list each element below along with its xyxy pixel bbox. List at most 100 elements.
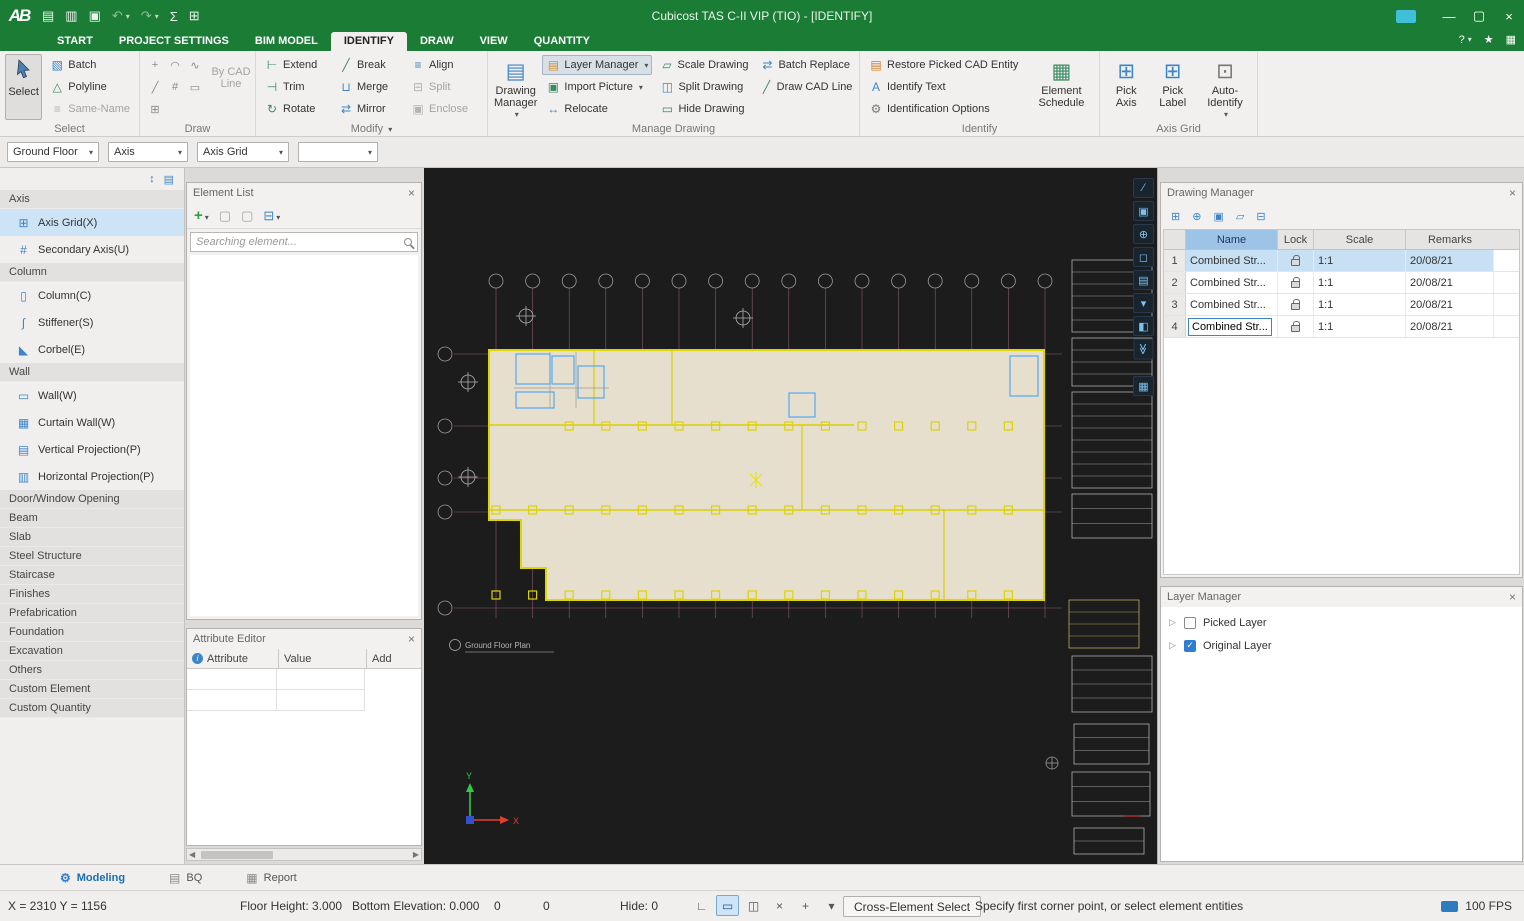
close-icon[interactable]: × xyxy=(408,187,415,199)
identification-options-button[interactable]: ⚙Identification Options xyxy=(865,99,1025,119)
chevron-down-icon[interactable]: ▾ xyxy=(388,125,392,134)
drawing-scale[interactable]: 1:1 xyxy=(1314,272,1406,293)
scale-drawing-button[interactable]: ▱Scale Drawing xyxy=(656,55,752,75)
sidebar-group-finishes[interactable]: Finishes xyxy=(0,585,184,604)
attribute-row[interactable] xyxy=(187,690,365,711)
sidebar-item-corbel-e[interactable]: ◣Corbel(E) xyxy=(0,336,184,363)
element-schedule-button[interactable]: ▦ Element Schedule xyxy=(1029,54,1094,120)
spline-icon[interactable]: ∿ xyxy=(190,59,199,72)
drawing-remarks[interactable]: 20/08/21 xyxy=(1406,316,1494,337)
chevron-down-icon[interactable]: ▾ xyxy=(126,12,130,21)
sidebar-group-slab[interactable]: Slab xyxy=(0,528,184,547)
by-cad-line-button[interactable]: By CAD Line xyxy=(207,54,255,120)
checkbox-unchecked-icon[interactable] xyxy=(1184,617,1196,629)
drawing-scale[interactable]: 1:1 xyxy=(1314,250,1406,271)
checkbox-checked-icon[interactable]: ✓ xyxy=(1184,640,1196,652)
mirror-button[interactable]: ⇄Mirror xyxy=(335,99,407,119)
trim-button[interactable]: ⊣Trim xyxy=(261,77,335,97)
drawing-scale[interactable]: 1:1 xyxy=(1314,294,1406,315)
tab-report[interactable]: ▦Report xyxy=(246,871,296,885)
layer-item-original-layer[interactable]: ▷ ✓ Original Layer xyxy=(1161,634,1522,657)
sidebar-item-column-c[interactable]: ▯Column(C) xyxy=(0,282,184,309)
element-type-select[interactable]: Axis Grid▾ xyxy=(197,142,289,162)
tab-quantity[interactable]: QUANTITY xyxy=(521,32,603,51)
scroll-left-icon[interactable]: ◀ xyxy=(189,850,195,859)
drawing-row[interactable]: 3 Combined Str... 1:1 20/08/21 xyxy=(1164,294,1519,316)
drawing-row[interactable]: 1 Combined Str... 1:1 20/08/21 xyxy=(1164,250,1519,272)
pan-tool-icon[interactable]: ⊕ xyxy=(1133,224,1154,244)
draw-cad-line-button[interactable]: ╱Draw CAD Line xyxy=(756,77,856,97)
open-icon[interactable]: ▥ xyxy=(65,8,77,24)
add-drawing-icon[interactable]: ⊞ xyxy=(1171,210,1180,223)
align-button[interactable]: ≡Align xyxy=(407,55,487,75)
clear-selection-icon[interactable]: × xyxy=(768,895,791,916)
extend-button[interactable]: ⊢Extend xyxy=(261,55,335,75)
sort-icon[interactable]: ↕ xyxy=(149,173,155,185)
scrollbar-thumb[interactable] xyxy=(201,851,273,859)
split-drawing-button[interactable]: ◫Split Drawing xyxy=(656,77,752,97)
sidebar-item-secondary-axis-u[interactable]: #Secondary Axis(U) xyxy=(0,236,184,263)
scroll-right-icon[interactable]: ▶ xyxy=(413,850,419,859)
layer-filter-button[interactable]: ⊟▾ xyxy=(263,208,280,224)
split-button[interactable]: ⊟Split xyxy=(407,77,487,97)
sidebar-group-foundation[interactable]: Foundation xyxy=(0,623,184,642)
minimize-button[interactable]: — xyxy=(1434,0,1464,32)
polyline-select-button[interactable]: △Polyline xyxy=(46,77,134,97)
element-list-body[interactable] xyxy=(190,255,418,616)
chevron-down-icon[interactable]: ▾ xyxy=(1468,35,1472,44)
image-tool-icon[interactable]: ▣ xyxy=(1133,201,1154,221)
column-header-name[interactable]: Name xyxy=(1186,230,1278,249)
point-icon[interactable]: + xyxy=(152,59,158,71)
remove-drawing-icon[interactable]: ⊟ xyxy=(1256,210,1265,223)
select-button[interactable]: Select xyxy=(5,54,42,120)
expand-caret-icon[interactable]: ▾ xyxy=(1133,293,1154,313)
same-name-select-button[interactable]: ≡Same-Name xyxy=(46,99,134,119)
picture-icon[interactable]: ▣ xyxy=(1213,210,1223,223)
layer-manager-button[interactable]: ▤Layer Manager▾ xyxy=(542,55,652,75)
new-icon[interactable]: ▤ xyxy=(42,8,54,24)
column-header-scale[interactable]: Scale xyxy=(1314,230,1406,249)
rotate-button[interactable]: ↻Rotate xyxy=(261,99,335,119)
draw-tool-icon[interactable]: ∕ xyxy=(1133,178,1154,198)
chevron-down-icon[interactable]: ▾ xyxy=(155,12,159,21)
drawing-remarks[interactable]: 20/08/21 xyxy=(1406,250,1494,271)
horizontal-scrollbar[interactable]: ◀ ▶ xyxy=(186,848,422,861)
drawing-name[interactable]: Combined Str... xyxy=(1186,272,1278,293)
close-icon[interactable]: × xyxy=(1509,591,1516,603)
sidebar-group-prefabrication[interactable]: Prefabrication xyxy=(0,604,184,623)
tab-project-settings[interactable]: PROJECT SETTINGS xyxy=(106,32,242,51)
capture-icon[interactable]: ⊞ xyxy=(189,8,200,24)
sidebar-group-steel-structure[interactable]: Steel Structure xyxy=(0,547,184,566)
column-header-remarks[interactable]: Remarks xyxy=(1406,230,1494,249)
sidebar-group-excavation[interactable]: Excavation xyxy=(0,642,184,661)
layers-tool-icon[interactable]: ◧ xyxy=(1133,316,1154,336)
rect-icon[interactable]: ▭ xyxy=(190,81,200,94)
auto-identify-button[interactable]: ⊡ Auto-Identify ▾ xyxy=(1198,54,1252,120)
lock-cell[interactable] xyxy=(1278,250,1314,271)
parallel-icon[interactable]: # xyxy=(172,81,178,93)
identify-text-button[interactable]: AIdentify Text xyxy=(865,77,1025,97)
tab-modeling[interactable]: ⚙Modeling xyxy=(60,871,125,885)
column-header-lock[interactable]: Lock xyxy=(1278,230,1314,249)
sum-icon[interactable]: Σ xyxy=(170,9,178,24)
attribute-row[interactable] xyxy=(187,669,365,690)
select-mode-caret-icon[interactable]: ▾ xyxy=(820,895,843,916)
close-icon[interactable]: × xyxy=(1509,187,1516,199)
extra-select[interactable]: ▾ xyxy=(298,142,378,162)
expander-icon[interactable]: ▷ xyxy=(1169,640,1177,651)
sidebar-group-door-window-opening[interactable]: Door/Window Opening xyxy=(0,490,184,509)
sidebar-item-stiffener-s[interactable]: ∫Stiffener(S) xyxy=(0,309,184,336)
rename-icon[interactable]: ▱ xyxy=(1236,210,1244,223)
sidebar-group-custom-quantity[interactable]: Custom Quantity xyxy=(0,699,184,718)
lock-cell[interactable] xyxy=(1278,294,1314,315)
drawing-name[interactable]: Combined Str... xyxy=(1186,294,1278,315)
pick-axis-button[interactable]: ⊞ Pick Axis xyxy=(1105,54,1147,120)
close-icon[interactable]: × xyxy=(408,633,415,645)
sidebar-group-others[interactable]: Others xyxy=(0,661,184,680)
close-button[interactable]: × xyxy=(1494,0,1524,32)
line-icon[interactable]: ╱ xyxy=(152,81,159,94)
badge-icon[interactable]: ★ xyxy=(1484,33,1494,46)
locate-drawing-icon[interactable]: ⊕ xyxy=(1192,210,1201,223)
cross-element-select-button[interactable]: Cross-Element Select xyxy=(843,896,981,917)
category-select[interactable]: Axis▾ xyxy=(108,142,188,162)
